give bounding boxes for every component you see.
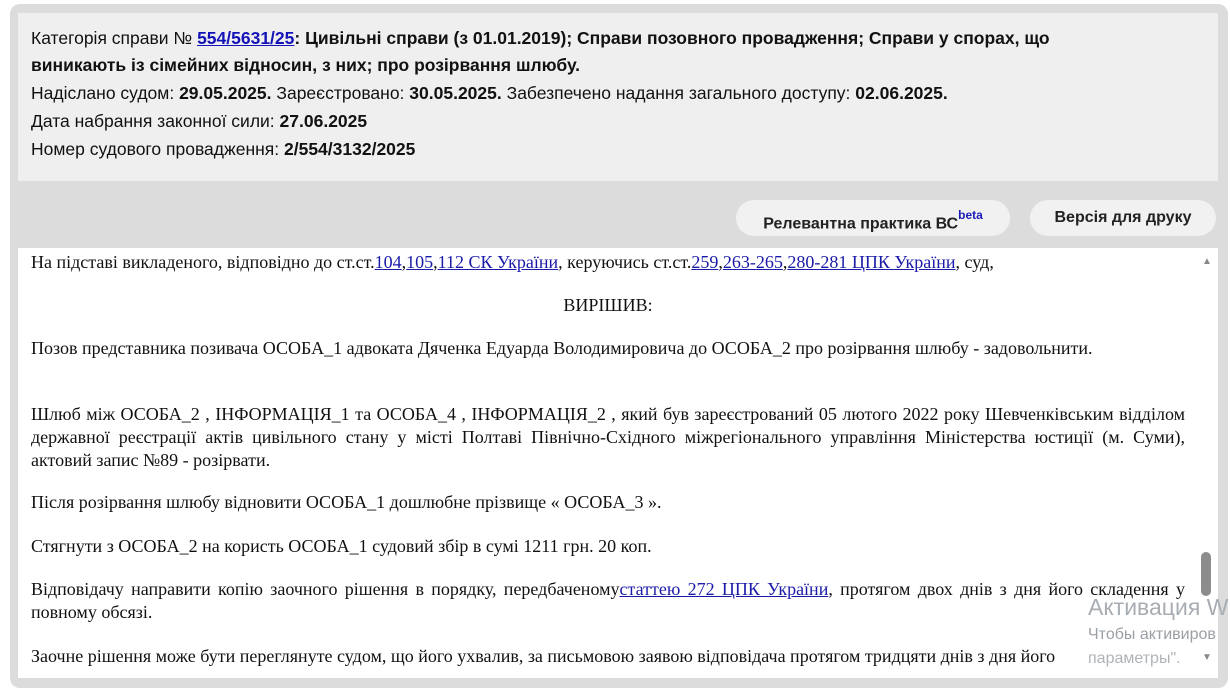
windows-activation-watermark-text-2: параметры". bbox=[1088, 650, 1181, 667]
beta-badge: beta bbox=[958, 208, 983, 222]
link-article-105[interactable]: 105 bbox=[406, 252, 433, 272]
paragraph-copy: Відповідачу направити копію заочного ріш… bbox=[31, 578, 1185, 624]
paragraph-basis-text: , керуючись ст.ст. bbox=[558, 252, 692, 272]
case-info-panel: Категорія справи № 554/5631/25: Цивільні… bbox=[18, 13, 1218, 181]
link-article-259[interactable]: 259 bbox=[691, 252, 718, 272]
paragraph-surname: Після розірвання шлюбу відновити ОСОБА_1… bbox=[31, 492, 662, 512]
proceeding-number: 2/554/3132/2025 bbox=[284, 139, 416, 159]
print-version-label: Версія для друку bbox=[1054, 209, 1192, 226]
relevant-practice-label: Релевантна практика ВС bbox=[763, 215, 959, 233]
link-articles-280-281-cpk[interactable]: 280-281 ЦПК України bbox=[787, 252, 955, 272]
registered-date: 30.05.2025. bbox=[409, 83, 502, 103]
proceeding-label: Номер судового провадження: bbox=[31, 139, 280, 159]
case-category-line-2: виникають із сімейних відносин, з них; п… bbox=[31, 54, 580, 76]
link-article-104[interactable]: 104 bbox=[375, 252, 402, 272]
link-article-112-sk[interactable]: 112 СК України bbox=[438, 252, 559, 272]
windows-activation-watermark-title: Активация W bbox=[1088, 594, 1229, 620]
windows-activation-watermark-text: Чтобы активиров bbox=[1088, 626, 1216, 643]
scrollbar-thumb[interactable] bbox=[1201, 552, 1211, 596]
sent-label: Надіслано судом: bbox=[31, 83, 175, 103]
scroll-up-arrow-icon[interactable]: ▲ bbox=[1201, 256, 1213, 268]
paragraph-basis-text: На підставі викладеного, відповідно до с… bbox=[31, 252, 375, 272]
paragraph-copy-text: Відповідачу направити копію заочного ріш… bbox=[31, 579, 620, 599]
effective-date-line: Дата набрання законної сили: 27.06.2025 bbox=[31, 110, 367, 132]
case-dates-line: Надіслано судом: 29.05.2025. Зареєстрова… bbox=[31, 82, 948, 104]
decision-heading: ВИРІШИВ: bbox=[563, 295, 653, 315]
case-category-prefix: Категорія справи № bbox=[31, 28, 193, 48]
link-article-272-cpk[interactable]: статтею 272 ЦПК України bbox=[620, 579, 829, 599]
paragraph-claim: Позов представника позивача ОСОБА_1 адво… bbox=[31, 338, 1093, 358]
registered-label: Зареєстровано: bbox=[276, 83, 405, 103]
relevant-practice-button[interactable]: Релевантна практика ВСbeta bbox=[736, 200, 1010, 236]
paragraph-review: Заочне рішення може бути переглянуте суд… bbox=[31, 646, 1056, 666]
paragraph-divorce: Шлюб між ОСОБА_2 , ІНФОРМАЦІЯ_1 та ОСОБА… bbox=[31, 404, 1185, 470]
sent-date: 29.05.2025. bbox=[179, 83, 272, 103]
effective-date: 27.06.2025 bbox=[279, 111, 368, 131]
effective-label: Дата набрання законної сили: bbox=[31, 111, 275, 131]
paragraph-court-fee: Стягнути з ОСОБА_2 на користь ОСОБА_1 су… bbox=[31, 536, 652, 556]
access-label: Забезпечено надання загального доступу: bbox=[506, 83, 851, 103]
access-date: 02.06.2025. bbox=[855, 83, 948, 103]
print-version-button[interactable]: Версія для друку bbox=[1030, 200, 1216, 236]
paragraph-basis: На підставі викладеного, відповідно до с… bbox=[31, 251, 1185, 274]
scroll-down-arrow-icon[interactable]: ▼ bbox=[1201, 652, 1213, 664]
case-category-continuation: виникають із сімейних відносин, з них; п… bbox=[31, 55, 581, 75]
case-number-link[interactable]: 554/5631/25 bbox=[197, 28, 294, 48]
case-category-line: Категорія справи № 554/5631/25: Цивільні… bbox=[31, 27, 1050, 49]
link-articles-263-265[interactable]: 263-265 bbox=[723, 252, 783, 272]
proceeding-number-line: Номер судового провадження: 2/554/3132/2… bbox=[31, 138, 415, 160]
page: Категорія справи № 554/5631/25: Цивільні… bbox=[0, 0, 1230, 692]
paragraph-basis-text: , суд, bbox=[955, 252, 994, 272]
document-viewer[interactable]: На підставі викладеного, відповідно до с… bbox=[18, 248, 1218, 678]
case-category-text: : Цивільні справи (з 01.01.2019); Справи… bbox=[294, 28, 1050, 48]
